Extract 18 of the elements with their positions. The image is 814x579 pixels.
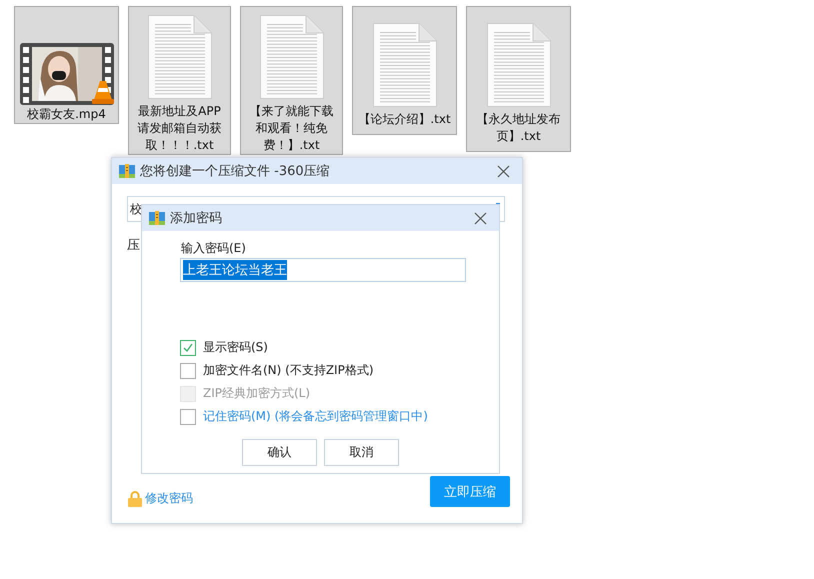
- file-name: 页】.txt: [496, 128, 541, 145]
- checkbox-label: 记住密码(M) (将会备忘到密码管理窗口中): [203, 408, 428, 425]
- file-name: 【来了就能下载: [250, 103, 334, 120]
- field-label: 压: [127, 237, 140, 254]
- window-title: 添加密码: [170, 210, 223, 227]
- file-name: 费！】.txt: [263, 137, 320, 154]
- file-name: 【永久地址发布: [476, 111, 560, 128]
- file-name: 和观看！纯免: [256, 120, 328, 137]
- window-title: 您将创建一个压缩文件 -360压缩: [140, 163, 331, 180]
- checkbox-label: 加密文件名(N) (不支持ZIP格式): [203, 362, 374, 379]
- file-name: 【论坛介绍】.txt: [358, 111, 451, 128]
- file-name: 校霸女友.mp4: [27, 106, 106, 123]
- field-label: 输入密码(E): [181, 240, 247, 257]
- checkbox-label: 显示密码(S): [203, 339, 268, 356]
- checkbox-label: ZIP经典加密方式(L): [203, 385, 310, 402]
- file-name: 最新地址及APP: [138, 103, 221, 120]
- file-name: 请发邮箱自动获: [138, 120, 222, 137]
- file-name: 取！！！.txt: [145, 137, 214, 154]
